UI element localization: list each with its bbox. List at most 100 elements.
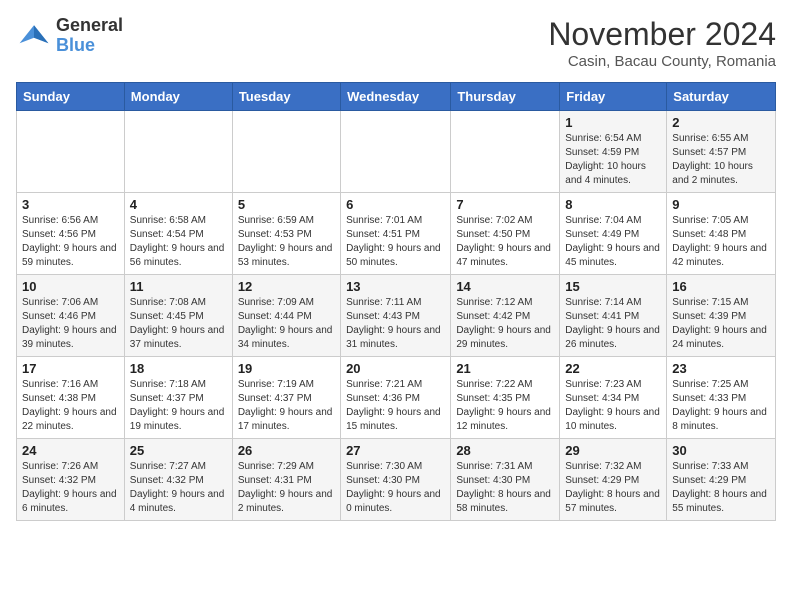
day-number: 28	[456, 443, 554, 458]
header-row: SundayMondayTuesdayWednesdayThursdayFrid…	[17, 83, 776, 111]
day-number: 22	[565, 361, 661, 376]
day-cell: 18 Sunrise: 7:18 AM Sunset: 4:37 PM Dayli…	[124, 357, 232, 439]
calendar-title: November 2024	[548, 16, 776, 53]
day-info: Sunrise: 7:11 AM Sunset: 4:43 PM Dayligh…	[346, 296, 445, 352]
day-number: 1	[565, 115, 661, 130]
day-info: Sunrise: 7:19 AM Sunset: 4:37 PM Dayligh…	[238, 378, 335, 434]
day-cell: 21 Sunrise: 7:22 AM Sunset: 4:35 PM Dayli…	[451, 357, 560, 439]
day-number: 8	[565, 197, 661, 212]
day-number: 15	[565, 279, 661, 294]
day-cell: 25Sunrise: 7:27 AM Sunset: 4:32 PM Dayli…	[124, 439, 232, 521]
day-number: 5	[238, 197, 335, 212]
day-cell: 20 Sunrise: 7:21 AM Sunset: 4:36 PM Dayli…	[341, 357, 451, 439]
day-cell: 4 Sunrise: 6:58 AM Sunset: 4:54 PM Daylig…	[124, 193, 232, 275]
day-info: Sunrise: 7:26 AM Sunset: 4:32 PM Dayligh…	[22, 460, 119, 516]
day-number: 10	[22, 279, 119, 294]
day-number: 4	[130, 197, 227, 212]
day-number: 24	[22, 443, 119, 458]
day-info: Sunrise: 7:25 AM Sunset: 4:33 PM Dayligh…	[672, 378, 770, 434]
day-info: Sunrise: 7:29 AM Sunset: 4:31 PM Dayligh…	[238, 460, 335, 516]
day-number: 21	[456, 361, 554, 376]
day-number: 17	[22, 361, 119, 376]
day-cell	[232, 111, 340, 193]
logo-icon	[16, 18, 52, 54]
week-row-3: 10 Sunrise: 7:06 AM Sunset: 4:46 PM Dayli…	[17, 275, 776, 357]
day-number: 2	[672, 115, 770, 130]
day-cell: 19 Sunrise: 7:19 AM Sunset: 4:37 PM Dayli…	[232, 357, 340, 439]
day-info: Sunrise: 7:18 AM Sunset: 4:37 PM Dayligh…	[130, 378, 227, 434]
day-number: 25	[130, 443, 227, 458]
header: General Blue November 2024 Casin, Bacau …	[16, 16, 776, 70]
day-info: Sunrise: 7:01 AM Sunset: 4:51 PM Dayligh…	[346, 214, 445, 270]
day-number: 23	[672, 361, 770, 376]
day-info: Sunrise: 6:58 AM Sunset: 4:54 PM Dayligh…	[130, 214, 227, 270]
day-header-wednesday: Wednesday	[341, 83, 451, 111]
calendar-table: SundayMondayTuesdayWednesdayThursdayFrid…	[16, 82, 776, 521]
title-area: November 2024 Casin, Bacau County, Roman…	[548, 16, 776, 70]
day-cell	[17, 111, 125, 193]
day-cell: 5 Sunrise: 6:59 AM Sunset: 4:53 PM Daylig…	[232, 193, 340, 275]
day-cell: 16Sunrise: 7:15 AM Sunset: 4:39 PM Dayli…	[667, 275, 776, 357]
day-header-saturday: Saturday	[667, 83, 776, 111]
day-number: 19	[238, 361, 335, 376]
day-info: Sunrise: 6:56 AM Sunset: 4:56 PM Dayligh…	[22, 214, 119, 270]
day-cell: 13Sunrise: 7:11 AM Sunset: 4:43 PM Dayli…	[341, 275, 451, 357]
day-header-friday: Friday	[560, 83, 667, 111]
day-cell: 2 Sunrise: 6:55 AM Sunset: 4:57 PM Daylig…	[667, 111, 776, 193]
day-cell: 3 Sunrise: 6:56 AM Sunset: 4:56 PM Daylig…	[17, 193, 125, 275]
day-info: Sunrise: 7:32 AM Sunset: 4:29 PM Dayligh…	[565, 460, 661, 516]
week-row-4: 17 Sunrise: 7:16 AM Sunset: 4:38 PM Dayli…	[17, 357, 776, 439]
day-cell: 7Sunrise: 7:02 AM Sunset: 4:50 PM Daylig…	[451, 193, 560, 275]
day-cell: 1 Sunrise: 6:54 AM Sunset: 4:59 PM Daylig…	[560, 111, 667, 193]
day-info: Sunrise: 7:30 AM Sunset: 4:30 PM Dayligh…	[346, 460, 445, 516]
day-info: Sunrise: 7:23 AM Sunset: 4:34 PM Dayligh…	[565, 378, 661, 434]
day-cell: 11Sunrise: 7:08 AM Sunset: 4:45 PM Dayli…	[124, 275, 232, 357]
day-cell: 10 Sunrise: 7:06 AM Sunset: 4:46 PM Dayli…	[17, 275, 125, 357]
logo: General Blue	[16, 16, 123, 56]
day-cell: 14 Sunrise: 7:12 AM Sunset: 4:42 PM Dayli…	[451, 275, 560, 357]
day-cell: 17 Sunrise: 7:16 AM Sunset: 4:38 PM Dayli…	[17, 357, 125, 439]
logo-text: General Blue	[56, 16, 123, 56]
day-info: Sunrise: 7:22 AM Sunset: 4:35 PM Dayligh…	[456, 378, 554, 434]
week-row-5: 24 Sunrise: 7:26 AM Sunset: 4:32 PM Dayli…	[17, 439, 776, 521]
day-number: 6	[346, 197, 445, 212]
day-cell	[124, 111, 232, 193]
day-number: 3	[22, 197, 119, 212]
day-info: Sunrise: 7:06 AM Sunset: 4:46 PM Dayligh…	[22, 296, 119, 352]
day-cell: 6 Sunrise: 7:01 AM Sunset: 4:51 PM Daylig…	[341, 193, 451, 275]
day-info: Sunrise: 7:31 AM Sunset: 4:30 PM Dayligh…	[456, 460, 554, 516]
day-cell: 26Sunrise: 7:29 AM Sunset: 4:31 PM Dayli…	[232, 439, 340, 521]
day-number: 16	[672, 279, 770, 294]
day-info: Sunrise: 7:14 AM Sunset: 4:41 PM Dayligh…	[565, 296, 661, 352]
day-info: Sunrise: 7:02 AM Sunset: 4:50 PM Dayligh…	[456, 214, 554, 270]
calendar-subtitle: Casin, Bacau County, Romania	[548, 53, 776, 70]
day-number: 18	[130, 361, 227, 376]
day-info: Sunrise: 6:54 AM Sunset: 4:59 PM Dayligh…	[565, 132, 661, 188]
day-info: Sunrise: 7:12 AM Sunset: 4:42 PM Dayligh…	[456, 296, 554, 352]
week-row-1: 1 Sunrise: 6:54 AM Sunset: 4:59 PM Daylig…	[17, 111, 776, 193]
day-number: 20	[346, 361, 445, 376]
day-cell: 24 Sunrise: 7:26 AM Sunset: 4:32 PM Dayli…	[17, 439, 125, 521]
day-cell: 9 Sunrise: 7:05 AM Sunset: 4:48 PM Daylig…	[667, 193, 776, 275]
day-info: Sunrise: 7:09 AM Sunset: 4:44 PM Dayligh…	[238, 296, 335, 352]
day-info: Sunrise: 6:55 AM Sunset: 4:57 PM Dayligh…	[672, 132, 770, 188]
day-header-thursday: Thursday	[451, 83, 560, 111]
week-row-2: 3 Sunrise: 6:56 AM Sunset: 4:56 PM Daylig…	[17, 193, 776, 275]
day-info: Sunrise: 7:16 AM Sunset: 4:38 PM Dayligh…	[22, 378, 119, 434]
day-info: Sunrise: 7:21 AM Sunset: 4:36 PM Dayligh…	[346, 378, 445, 434]
day-cell: 23 Sunrise: 7:25 AM Sunset: 4:33 PM Dayli…	[667, 357, 776, 439]
day-info: Sunrise: 7:05 AM Sunset: 4:48 PM Dayligh…	[672, 214, 770, 270]
day-cell: 27 Sunrise: 7:30 AM Sunset: 4:30 PM Dayli…	[341, 439, 451, 521]
day-cell: 28 Sunrise: 7:31 AM Sunset: 4:30 PM Dayli…	[451, 439, 560, 521]
day-number: 27	[346, 443, 445, 458]
day-number: 9	[672, 197, 770, 212]
day-number: 14	[456, 279, 554, 294]
day-cell: 29 Sunrise: 7:32 AM Sunset: 4:29 PM Dayli…	[560, 439, 667, 521]
day-cell	[341, 111, 451, 193]
day-info: Sunrise: 7:04 AM Sunset: 4:49 PM Dayligh…	[565, 214, 661, 270]
day-number: 11	[130, 279, 227, 294]
day-header-monday: Monday	[124, 83, 232, 111]
day-cell	[451, 111, 560, 193]
day-info: Sunrise: 6:59 AM Sunset: 4:53 PM Dayligh…	[238, 214, 335, 270]
day-number: 29	[565, 443, 661, 458]
